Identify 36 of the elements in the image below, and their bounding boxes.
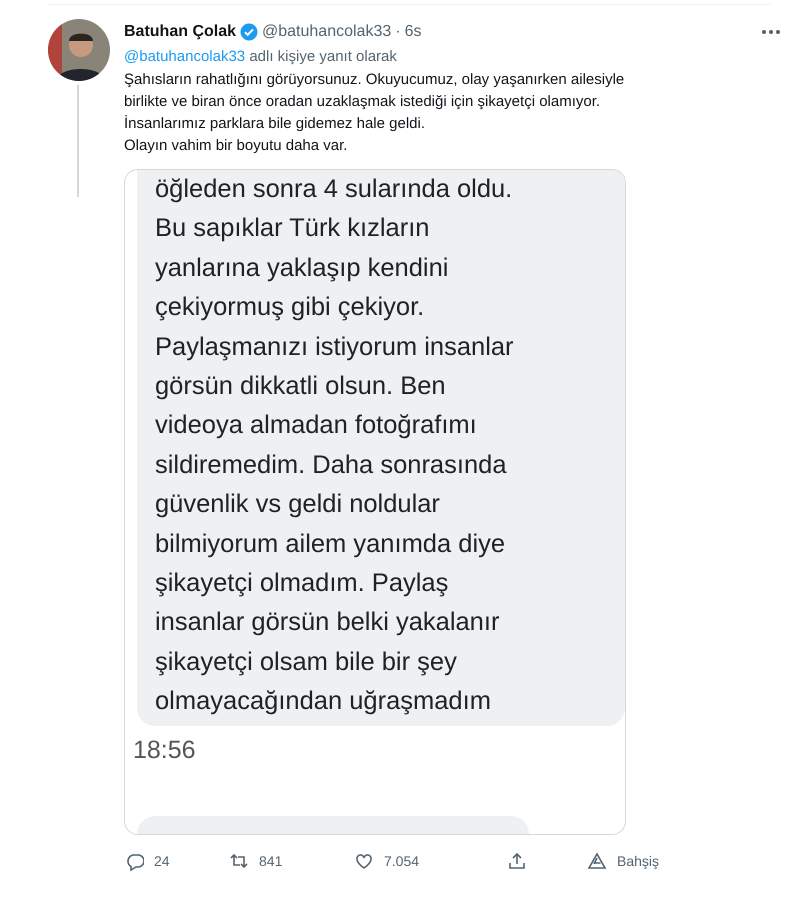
reply-context: @batuhancolak33 adlı kişiye yanıt olarak [124,47,398,67]
tip-label[interactable]: Bahşiş [617,853,660,869]
message-text: videoya almadan fotoğrafımı [155,410,478,442]
message-text: bilmiyorum ailem yanımda diye [155,528,506,560]
tweet-text: birlikte ve biran önce oradan uzaklaşmak istediği için şikayetçi olamıyor. [124,92,602,112]
author-name[interactable]: Batuhan Çolak [124,23,236,41]
separator: · [395,23,401,41]
tweet-text: Olayın vahim bir boyutu daha var. [124,136,348,156]
retweet-count: 841 [259,853,282,869]
message-text: olmayacağından uğraşmadım [155,686,492,718]
reply-icon[interactable] [124,851,144,871]
reply-count: 24 [154,853,170,869]
tweet-time[interactable]: 6s [404,23,422,41]
verified-icon [240,23,258,41]
message-text: şikayetçi olsam bile bir şey [155,646,458,678]
retweet-icon[interactable] [229,851,249,871]
message-text: Bu sapıklar Türk kızların [155,213,430,244]
message-text: şikayetçi olmadım. Paylaş [155,568,450,600]
message-text: görsün dikkatli olsun. Ben [155,371,447,402]
message-text: Paylaşmanızı istiyorum insanlar [155,332,515,363]
like-count: 7.054 [384,853,420,869]
tip-icon[interactable] [587,851,607,871]
share-icon[interactable] [507,851,527,871]
message-time: 18:56 [133,736,197,765]
tweet-text: İnsanlarımız parklara bile gidemez hale geldi. [124,114,426,134]
message-text: sildiremedim. Daha sonrasında [155,450,508,481]
attached-screenshot[interactable] [124,169,626,835]
message-text: güvenlik vs geldi noldular [155,489,441,520]
message-text: öğleden sonra 4 sularında oldu. [155,174,514,205]
more-icon[interactable] [761,29,781,35]
tweet-text: Şahısların rahatlığını görüyorsunuz. Okuyucumuz, olay yaşanırken ailesiyle [124,70,626,90]
message-text: yanlarına yaklaşıp kendini [155,252,450,284]
message-text: çekiyormuş gibi çekiyor. [155,292,426,324]
message-text: insanlar görsün belki yakalanır [155,607,500,638]
author-handle[interactable]: @batuhancolak33 [262,23,392,41]
heart-icon[interactable] [354,851,374,871]
